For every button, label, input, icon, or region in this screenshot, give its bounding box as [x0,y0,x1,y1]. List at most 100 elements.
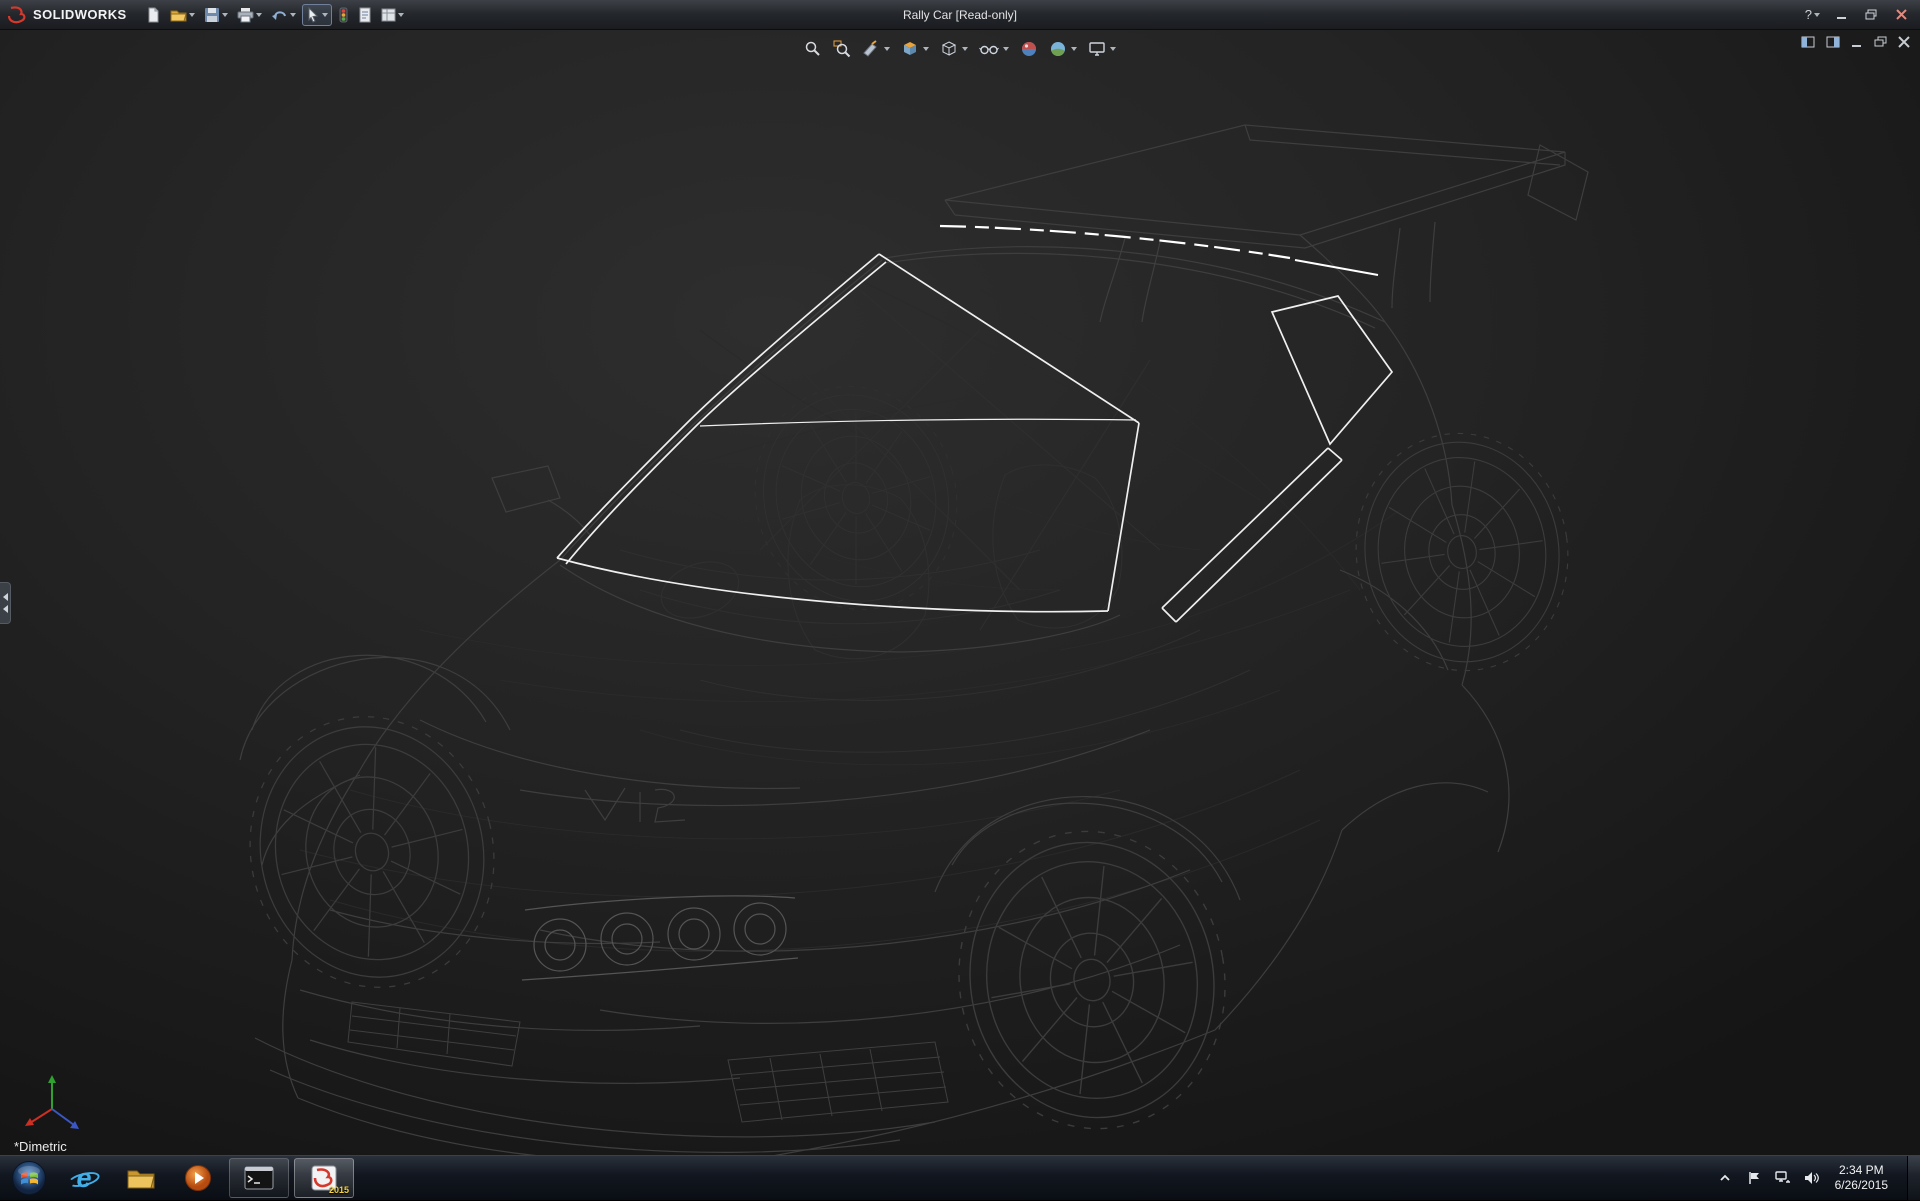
save-icon [204,7,220,23]
open-button[interactable] [167,4,198,26]
command-prompt-button[interactable] [229,1158,289,1198]
select-tool-button[interactable] [302,4,332,26]
internet-explorer-button[interactable]: e [58,1158,110,1198]
rebuild-stoplight-icon [338,7,349,23]
apply-scene-caret[interactable] [1071,47,1077,51]
titlebar-toolbar [143,4,407,26]
collapse-arrow-icon [3,593,8,601]
reference-triad [22,1069,86,1133]
car-interior[interactable] [620,290,1250,752]
taskbar-clock[interactable]: 2:34 PM 6/26/2015 [1831,1163,1898,1193]
show-desktop-button[interactable] [1907,1156,1920,1201]
volume-button[interactable] [1802,1163,1822,1193]
windows-explorer-button[interactable] [115,1158,167,1198]
network-icon [1775,1171,1791,1185]
view-settings-caret[interactable] [1110,47,1116,51]
help-label: ? [1805,7,1812,22]
close-icon [1896,9,1907,20]
display-style-caret[interactable] [962,47,968,51]
graphics-viewport[interactable]: *Dimetric [0,30,1920,1155]
close-child-icon[interactable] [1898,36,1910,48]
volume-icon [1804,1171,1819,1185]
zoom-to-fit-button[interactable] [802,38,824,60]
undo-button[interactable] [268,4,299,26]
taskbar-items: e [58,1158,354,1198]
apply-scene-icon [1049,40,1067,58]
print-button[interactable] [234,4,265,26]
view-orientation-label: *Dimetric [14,1139,67,1154]
car-wheels[interactable] [222,363,1583,1150]
sheet-options-button[interactable] [378,4,407,26]
open-dropdown-caret[interactable] [189,13,195,17]
dock-pane-right-icon[interactable] [1826,36,1840,48]
select-cursor-icon [306,7,320,23]
car-highlighted-edges[interactable] [557,226,1392,622]
print-dropdown-caret[interactable] [256,13,262,17]
featuremanager-collapse-tab[interactable] [0,582,11,624]
app-brand: SOLIDWORKS [0,6,143,24]
command-prompt-icon [244,1166,274,1190]
car-underbody-lines[interactable] [300,270,1400,951]
section-view-caret[interactable] [884,47,890,51]
media-player-button[interactable] [172,1158,224,1198]
sheet-options-icon [381,7,396,23]
chevron-up-icon [1719,1173,1731,1183]
zoom-to-area-icon [833,40,851,58]
save-button[interactable] [201,4,231,26]
select-dropdown-caret[interactable] [322,13,328,17]
system-tray: 2:34 PM 6/26/2015 [1715,1156,1920,1201]
help-menu-button[interactable]: ? [1805,7,1820,22]
new-document-button[interactable] [143,4,164,26]
file-properties-button[interactable] [355,4,375,26]
rebuild-button[interactable] [335,4,352,26]
apply-scene-button[interactable] [1047,38,1079,60]
wireframe-car-model[interactable] [0,30,1920,1155]
display-style-button[interactable] [938,38,970,60]
heads-up-view-toolbar [802,38,1118,60]
folder-icon [126,1165,156,1191]
minimize-icon [1836,9,1847,20]
hide-show-items-button[interactable] [977,38,1011,60]
undo-icon [271,7,288,23]
hidden-icons-button[interactable] [1715,1163,1735,1193]
zoom-to-area-button[interactable] [831,38,853,60]
car-front-lights[interactable] [522,896,798,980]
solidworks-version-badge: 2015 [329,1185,349,1195]
view-orientation-caret[interactable] [923,47,929,51]
network-button[interactable] [1773,1163,1793,1193]
sheet-options-caret[interactable] [398,13,404,17]
print-icon [237,7,254,23]
view-settings-button[interactable] [1086,38,1118,60]
hide-show-items-caret[interactable] [1003,47,1009,51]
titlebar-right-controls: ? [1805,6,1920,24]
document-window-controls [1801,36,1910,48]
titlebar: Rally Car [Read-only] SOLIDWORKS [0,0,1920,30]
action-center-flag-icon [1747,1171,1761,1185]
restore-child-icon[interactable] [1874,36,1887,48]
brand-text: SOLIDWORKS [33,7,127,22]
media-player-icon [184,1164,212,1192]
solidworks-button[interactable]: 2015 [294,1158,354,1198]
restore-button[interactable] [1862,6,1880,24]
edit-appearance-icon [1020,40,1038,58]
save-dropdown-caret[interactable] [222,13,228,17]
undo-dropdown-caret[interactable] [290,13,296,17]
car-body-wireframe[interactable] [240,125,1588,1155]
dock-pane-left-icon[interactable] [1801,36,1815,48]
minimize-button[interactable] [1832,6,1850,24]
view-settings-icon [1088,40,1106,58]
minimize-child-icon[interactable] [1851,36,1863,48]
section-view-button[interactable] [860,38,892,60]
restore-icon [1865,9,1877,20]
close-button[interactable] [1892,6,1910,24]
view-orientation-button[interactable] [899,38,931,60]
clock-time: 2:34 PM [1835,1163,1888,1178]
internet-explorer-icon: e [69,1163,99,1193]
edit-appearance-button[interactable] [1018,38,1040,60]
help-caret [1814,13,1820,17]
clock-date: 6/26/2015 [1835,1178,1888,1193]
action-center-button[interactable] [1744,1163,1764,1193]
new-document-icon [146,7,161,23]
start-button[interactable] [0,1156,58,1201]
3ds-logo-icon [7,6,27,24]
